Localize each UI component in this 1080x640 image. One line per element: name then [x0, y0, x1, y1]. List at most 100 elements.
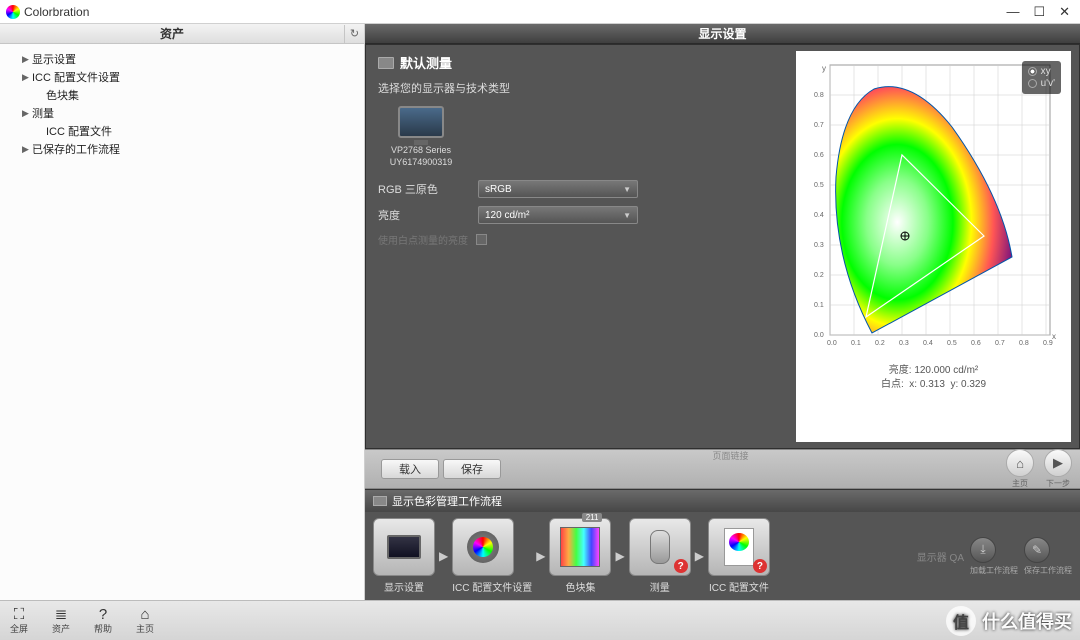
monitor-thumb-icon — [398, 106, 444, 138]
close-button[interactable]: ✕ — [1059, 4, 1070, 20]
swatch-icon — [560, 527, 600, 567]
chart-info: 亮度: 120.000 cd/m² 白点: x: 0.313 y: 0.329 — [802, 364, 1065, 392]
tree-saved-workflows[interactable]: ▶已保存的工作流程 — [8, 140, 356, 158]
workflow-header: 显示色彩管理工作流程 — [365, 490, 1080, 512]
save-workflow-button[interactable]: ✎ — [1024, 537, 1050, 563]
tree-icc-profile[interactable]: ICC 配置文件 — [8, 122, 356, 140]
maximize-button[interactable]: ☐ — [1033, 4, 1045, 20]
home-button[interactable]: ⌂主页 — [136, 607, 154, 635]
list-icon: ≣ — [52, 607, 70, 622]
arrow-icon: ▶ — [615, 549, 624, 563]
qa-label: 显示器 QA — [917, 549, 964, 564]
radio-off-icon — [1028, 79, 1037, 88]
fullscreen-button[interactable]: ⛶全屏 — [10, 607, 28, 635]
svg-text:0.0: 0.0 — [814, 332, 824, 339]
load-workflow-button[interactable]: ⤓ — [970, 537, 996, 563]
error-icon: ? — [753, 559, 767, 573]
arrow-icon: ▶ — [536, 549, 545, 563]
gear-icon — [467, 531, 499, 563]
svg-text:0.2: 0.2 — [875, 340, 885, 347]
chevron-right-icon: ▶ — [22, 72, 32, 83]
svg-text:0.0: 0.0 — [827, 340, 837, 347]
chromaticity-chart: x y 0.00.10.20.30.40.50.60.70.80.9 0.00.… — [796, 51, 1071, 442]
svg-text:0.4: 0.4 — [814, 212, 824, 219]
arrow-icon: ▶ — [695, 549, 704, 563]
svg-text:0.1: 0.1 — [814, 302, 824, 309]
assets-button[interactable]: ≣资产 — [52, 607, 70, 635]
use-measured-white-checkbox[interactable] — [476, 234, 487, 245]
fullscreen-icon: ⛶ — [10, 607, 28, 622]
tree-icc-profile-settings[interactable]: ▶ICC 配置文件设置 — [8, 68, 356, 86]
watermark: 值 什么值得买 — [946, 606, 1072, 636]
action-bar: 页面链接 载入 保存 ⌂主页 ▶下一步 — [365, 449, 1080, 489]
svg-text:0.1: 0.1 — [851, 340, 861, 347]
tree-patchset[interactable]: 色块集 — [8, 86, 356, 104]
svg-text:0.9: 0.9 — [1043, 340, 1053, 347]
tree-measurement[interactable]: ▶测量 — [8, 104, 356, 122]
svg-text:0.8: 0.8 — [1019, 340, 1029, 347]
chevron-right-icon: ▶ — [22, 54, 32, 65]
watermark-icon: 值 — [946, 606, 976, 636]
save-button[interactable]: 保存 — [443, 459, 501, 479]
monitor-card[interactable]: VP2768 Series UY6174900319 — [386, 106, 456, 168]
titlebar: Colorbration — ☐ ✕ — [0, 0, 1080, 24]
wf-display-settings[interactable] — [373, 518, 435, 576]
minimize-button[interactable]: — — [1006, 4, 1019, 20]
chevron-right-icon: ▶ — [22, 108, 32, 119]
section-title: 默认测量 — [378, 53, 784, 72]
window-title: Colorbration — [24, 5, 89, 19]
app-icon — [6, 5, 20, 19]
chevron-right-icon: ▶ — [22, 144, 32, 155]
wf-icc-profile[interactable]: ? — [708, 518, 770, 576]
bottom-toolbar: ⛶全屏 ≣资产 ?帮助 ⌂主页 — [0, 600, 1080, 640]
chevron-down-icon: ▼ — [623, 211, 631, 220]
tree-display-settings[interactable]: ▶显示设置 — [8, 50, 356, 68]
monitor-icon — [378, 57, 394, 69]
svg-text:0.8: 0.8 — [814, 92, 824, 99]
help-icon: ? — [94, 607, 112, 622]
svg-text:0.7: 0.7 — [814, 122, 824, 129]
svg-text:0.3: 0.3 — [814, 242, 824, 249]
use-measured-white-row: 使用白点测量的亮度 — [378, 232, 784, 247]
count-badge: 211 — [582, 513, 603, 522]
main-panel: 显示设置 默认测量 选择您的显示器与技术类型 VP2768 Series UY6… — [365, 24, 1080, 600]
radio-on-icon — [1028, 67, 1037, 76]
wf-measure[interactable]: ? — [629, 518, 691, 576]
radio-uv[interactable]: u'v' — [1028, 78, 1055, 89]
svg-text:0.2: 0.2 — [814, 272, 824, 279]
svg-text:0.5: 0.5 — [814, 182, 824, 189]
monitor-serial: UY6174900319 — [386, 157, 456, 169]
svg-text:0.5: 0.5 — [947, 340, 957, 347]
wf-icc-settings[interactable] — [452, 518, 514, 576]
svg-text:0.6: 0.6 — [814, 152, 824, 159]
chevron-down-icon: ▼ — [623, 185, 631, 194]
sidebar: 资产 ↻ ▶显示设置 ▶ICC 配置文件设置 色块集 ▶测量 ICC 配置文件 … — [0, 24, 365, 600]
monitor-name: VP2768 Series — [386, 145, 456, 157]
refresh-icon[interactable]: ↻ — [344, 25, 364, 43]
radio-xy[interactable]: xy — [1028, 66, 1055, 77]
svg-text:y: y — [822, 64, 826, 73]
main-header: 显示设置 — [365, 24, 1080, 44]
display-icon — [387, 535, 421, 559]
rgb-primaries-select[interactable]: sRGB▼ — [478, 180, 638, 198]
rgb-label: RGB 三原色 — [378, 181, 478, 197]
document-icon — [724, 528, 754, 566]
load-button[interactable]: 载入 — [381, 459, 439, 479]
svg-text:0.6: 0.6 — [971, 340, 981, 347]
wf-patchset[interactable]: 211 — [549, 518, 611, 576]
chart-mode-radios: xy u'v' — [1022, 61, 1061, 94]
asset-tree: ▶显示设置 ▶ICC 配置文件设置 色块集 ▶测量 ICC 配置文件 ▶已保存的… — [0, 44, 364, 164]
home-icon: ⌂ — [136, 607, 154, 622]
meter-icon — [650, 530, 670, 564]
monitor-icon — [373, 496, 387, 506]
svg-text:0.4: 0.4 — [923, 340, 933, 347]
luminance-label: 亮度 — [378, 207, 478, 223]
sidebar-header: 资产 ↻ — [0, 24, 364, 44]
sidebar-title: 资产 — [0, 25, 344, 42]
luminance-select[interactable]: 120 cd/m²▼ — [478, 206, 638, 224]
help-button[interactable]: ?帮助 — [94, 607, 112, 635]
svg-text:0.3: 0.3 — [899, 340, 909, 347]
arrow-icon: ▶ — [439, 549, 448, 563]
error-icon: ? — [674, 559, 688, 573]
section-subtitle: 选择您的显示器与技术类型 — [378, 80, 784, 96]
